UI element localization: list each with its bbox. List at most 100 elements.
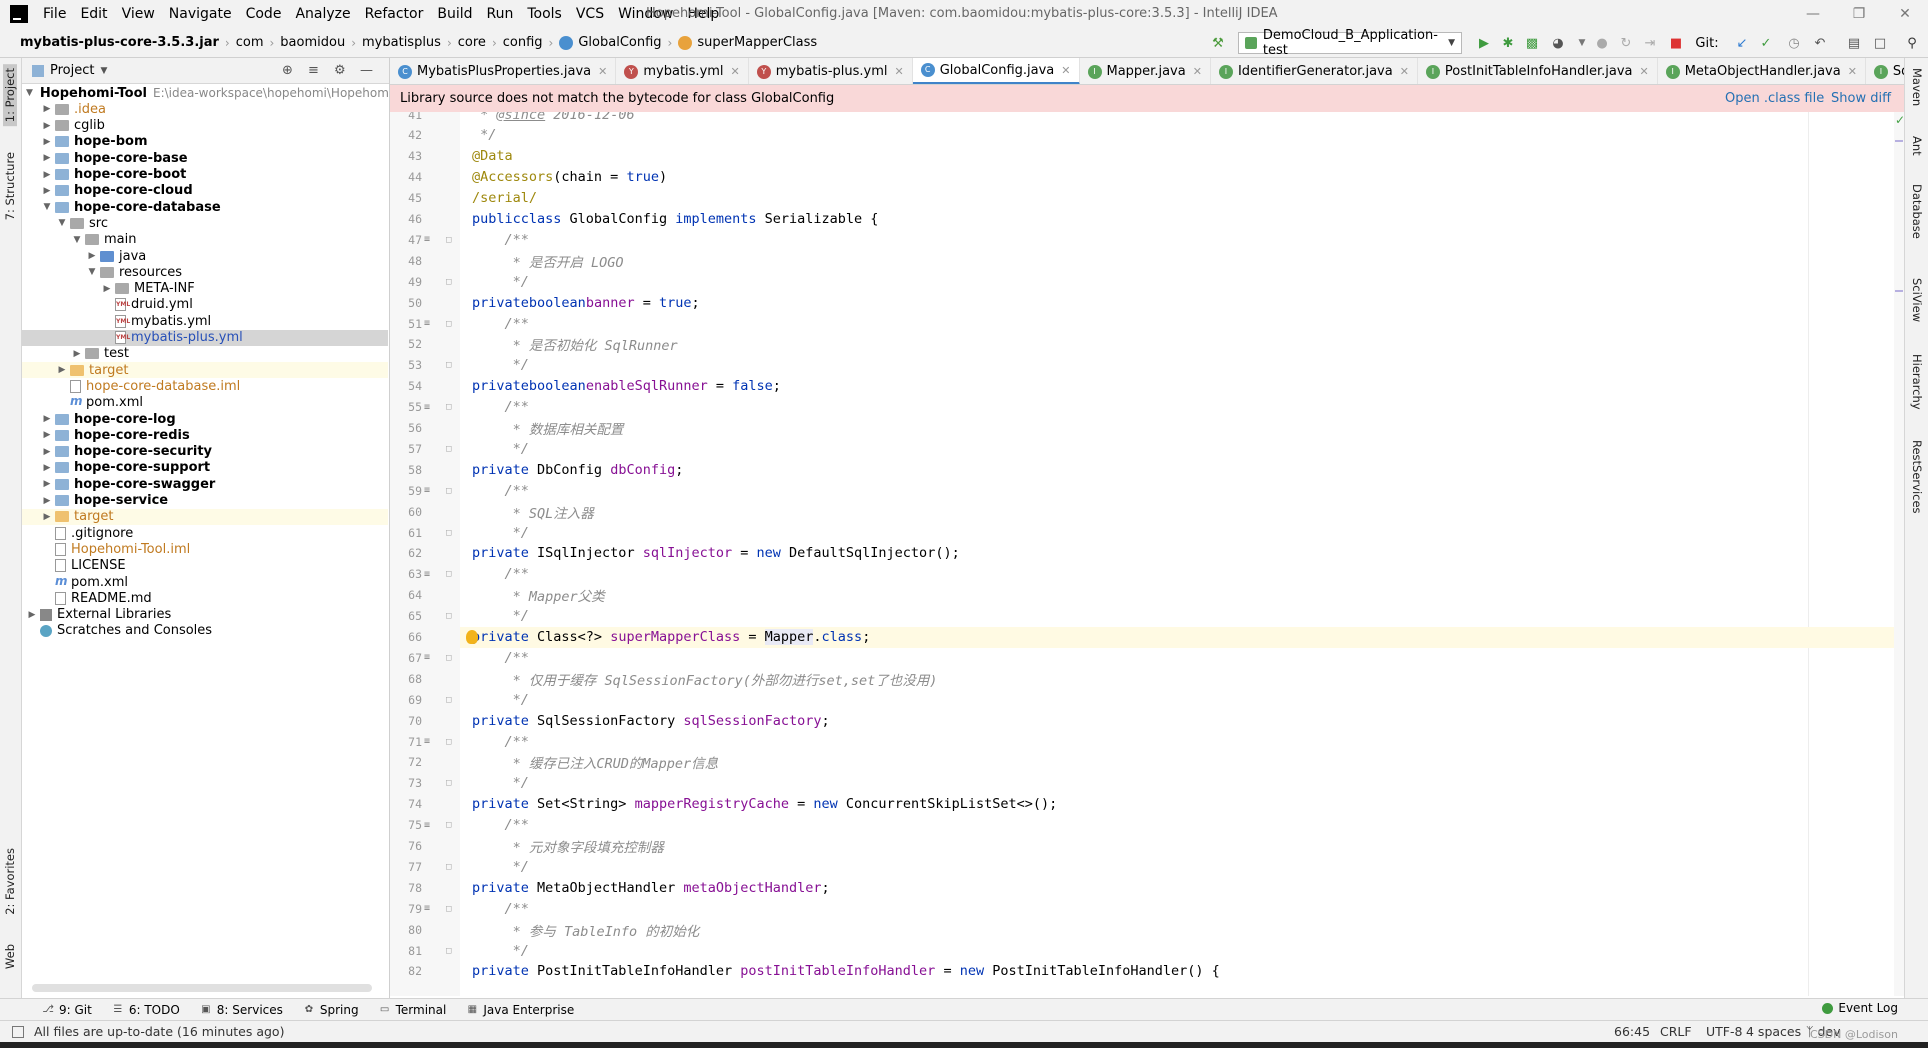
tree-item[interactable]: ▶ External Libraries bbox=[22, 607, 388, 623]
lightbulb-icon[interactable] bbox=[466, 629, 478, 644]
code-line[interactable]: */ bbox=[460, 438, 1900, 459]
close-tab-icon[interactable]: ✕ bbox=[1848, 65, 1857, 78]
code-line[interactable]: /** bbox=[460, 564, 1900, 585]
tree-item[interactable]: ▶ hope-service bbox=[22, 493, 388, 509]
tool-services[interactable]: ▣ 8: Services bbox=[192, 1003, 291, 1017]
expand-arrow-icon[interactable]: ▼ bbox=[71, 235, 83, 245]
fold-marker-icon[interactable]: □ bbox=[446, 235, 451, 245]
menu-tools[interactable]: Tools bbox=[520, 0, 569, 28]
fold-marker-icon[interactable]: □ bbox=[446, 277, 451, 287]
code-line[interactable]: /** bbox=[460, 313, 1900, 334]
tree-item[interactable]: ▶ java bbox=[22, 248, 388, 264]
tree-item[interactable]: ▼ src bbox=[22, 215, 388, 231]
tab-hierarchy[interactable]: Hierarchy bbox=[1910, 354, 1924, 410]
collapse-arrow-icon[interactable]: ▶ bbox=[86, 251, 98, 261]
code-line[interactable]: */ bbox=[460, 856, 1900, 877]
tree-item[interactable]: ▶ test bbox=[22, 346, 388, 362]
breadcrumb-item[interactable]: com bbox=[230, 28, 270, 58]
code-line[interactable]: * 元对象字段填充控制器 bbox=[460, 836, 1900, 857]
fold-marker-icon[interactable]: □ bbox=[446, 946, 451, 956]
tree-item[interactable]: YML druid.yml bbox=[22, 297, 388, 313]
tab-structure[interactable]: 7: Structure bbox=[3, 152, 17, 220]
gear-icon[interactable]: ⚙ bbox=[334, 63, 346, 78]
collapse-arrow-icon[interactable]: ▶ bbox=[41, 186, 53, 196]
reload-icon[interactable]: ↻ bbox=[1618, 35, 1634, 51]
editor-tab[interactable]: I PostInitTableInfoHandler.java ✕ bbox=[1418, 58, 1658, 84]
caret-position[interactable]: 66:45 bbox=[1614, 1024, 1650, 1039]
fold-marker-icon[interactable]: □ bbox=[446, 444, 451, 454]
fold-marker-icon[interactable]: □ bbox=[446, 737, 451, 747]
tree-item[interactable]: ▶ hope-core-log bbox=[22, 411, 388, 427]
tab-sciview[interactable]: SciView bbox=[1910, 278, 1924, 322]
code-line[interactable]: * @since 2016-12-06 bbox=[460, 112, 1900, 125]
profile-icon[interactable]: ◕ bbox=[1550, 35, 1566, 51]
breadcrumb-item[interactable]: superMapperClass bbox=[672, 28, 823, 58]
close-tab-icon[interactable]: ✕ bbox=[1193, 65, 1202, 78]
debug-icon[interactable]: ✱ bbox=[1500, 35, 1516, 51]
tab-favorites[interactable]: 2: Favorites bbox=[3, 848, 17, 915]
code-line[interactable]: /** bbox=[460, 647, 1900, 668]
fold-marker-icon[interactable]: □ bbox=[446, 402, 451, 412]
fold-marker-icon[interactable]: □ bbox=[446, 904, 451, 914]
editor-tab[interactable]: Ymybatis.yml ✕ bbox=[616, 58, 749, 84]
editor-tab[interactable]: C GlobalConfig.java ✕ bbox=[912, 58, 1080, 84]
breadcrumb-item[interactable]: mybatis-plus-core-3.5.3.jar bbox=[14, 28, 225, 58]
locate-icon[interactable]: ⊕ bbox=[282, 63, 293, 78]
project-panel-title[interactable]: Project bbox=[50, 63, 94, 78]
code-line[interactable]: private DbConfig dbConfig; bbox=[460, 459, 1900, 480]
tree-item[interactable]: ▼ Hopehomi-Tool E:\idea-workspace\hopehomi… bbox=[22, 85, 388, 101]
coverage-icon[interactable]: ▩ bbox=[1524, 35, 1540, 51]
menu-file[interactable]: File bbox=[36, 0, 73, 28]
editor-tab[interactable]: I MetaObjectHandler.java ✕ bbox=[1658, 58, 1866, 84]
code-line[interactable]: * SQL注入器 bbox=[460, 501, 1900, 522]
collapse-all-icon[interactable]: ≡ bbox=[308, 63, 319, 78]
code-line[interactable]: * 仅用于缓存 SqlSessionFactory(外部勿进行set,set了也… bbox=[460, 668, 1900, 689]
tree-item[interactable]: ▶ .idea bbox=[22, 101, 388, 117]
doc-comment-icon[interactable]: ≡ bbox=[424, 485, 430, 496]
code-line[interactable]: /** bbox=[460, 731, 1900, 752]
breadcrumb-item[interactable]: core bbox=[452, 28, 492, 58]
attach-icon[interactable]: ● bbox=[1594, 35, 1610, 51]
fold-marker-icon[interactable]: □ bbox=[446, 820, 451, 830]
build-hammer-icon[interactable]: ⚒ bbox=[1210, 35, 1226, 51]
code-line[interactable]: /serial/ bbox=[460, 188, 1900, 209]
code-line[interactable]: private ISqlInjector sqlInjector = new D… bbox=[460, 543, 1900, 564]
collapse-arrow-icon[interactable]: ▶ bbox=[41, 496, 53, 506]
show-diff-link[interactable]: Show diff bbox=[1831, 91, 1891, 106]
stop-icon[interactable]: ■ bbox=[1668, 35, 1684, 51]
collapse-arrow-icon[interactable]: ▶ bbox=[101, 284, 113, 294]
tab-maven[interactable]: Maven bbox=[1910, 68, 1924, 106]
tool-java-enterprise[interactable]: ▦ Java Enterprise bbox=[458, 1003, 582, 1017]
collapse-arrow-icon[interactable]: ▶ bbox=[41, 104, 53, 114]
file-encoding[interactable]: UTF-8 bbox=[1706, 1024, 1742, 1039]
git-history-icon[interactable]: ◷ bbox=[1786, 35, 1802, 51]
code-line[interactable]: * 缓存已注入CRUD的Mapper信息 bbox=[460, 752, 1900, 773]
menu-code[interactable]: Code bbox=[239, 0, 289, 28]
code-line[interactable]: @Accessors (chain = true) bbox=[460, 167, 1900, 188]
doc-comment-icon[interactable]: ≡ bbox=[424, 652, 430, 663]
collapse-arrow-icon[interactable]: ▶ bbox=[41, 414, 53, 424]
fold-marker-icon[interactable]: □ bbox=[446, 778, 451, 788]
tree-item[interactable]: README.md bbox=[22, 590, 388, 606]
collapse-arrow-icon[interactable]: ▶ bbox=[41, 137, 53, 147]
breadcrumb-item[interactable]: GlobalConfig bbox=[553, 28, 667, 58]
doc-comment-icon[interactable]: ≡ bbox=[424, 402, 430, 413]
fold-marker-icon[interactable]: □ bbox=[446, 569, 451, 579]
tree-item[interactable]: Scratches and Consoles bbox=[22, 623, 388, 639]
chevron-down-icon[interactable]: ▼ bbox=[100, 66, 107, 76]
tool-spring[interactable]: ✿ Spring bbox=[295, 1003, 367, 1017]
collapse-arrow-icon[interactable]: ▶ bbox=[41, 463, 53, 473]
breadcrumb-item[interactable]: mybatisplus bbox=[356, 28, 447, 58]
code-line[interactable]: */ bbox=[460, 773, 1900, 794]
close-tab-icon[interactable]: ✕ bbox=[895, 65, 904, 78]
collapse-arrow-icon[interactable]: ▶ bbox=[41, 512, 53, 522]
minimize-icon[interactable]: — bbox=[1790, 0, 1836, 28]
expand-arrow-icon[interactable]: ▼ bbox=[41, 202, 53, 212]
tab-web[interactable]: Web bbox=[3, 944, 17, 969]
code-line[interactable]: private Class<?> superMapperClass = Mapp… bbox=[460, 626, 1900, 648]
hide-icon[interactable]: — bbox=[360, 63, 373, 78]
code-line[interactable]: * Mapper父类 bbox=[460, 585, 1900, 606]
collapse-arrow-icon[interactable]: ▶ bbox=[56, 365, 68, 375]
tree-item[interactable]: ▶ hope-bom bbox=[22, 134, 388, 150]
code-line[interactable]: /** bbox=[460, 229, 1900, 250]
